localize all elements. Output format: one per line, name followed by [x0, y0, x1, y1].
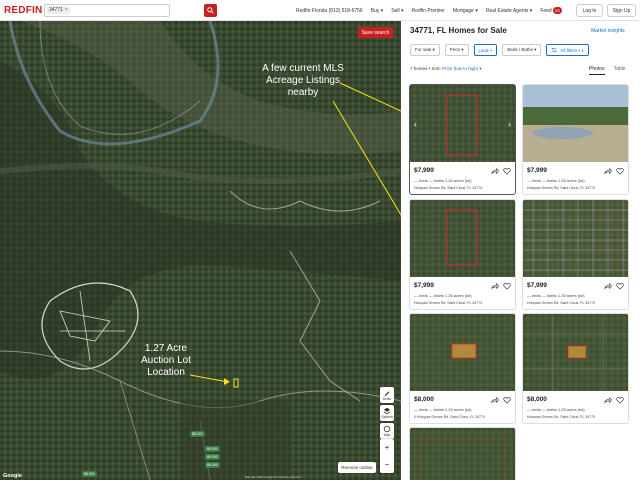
listing-address[interactable]: Holopaw Groves Rd, Saint Cloud, FL 34773 — [527, 186, 595, 190]
auction-lot-marker[interactable] — [233, 378, 239, 388]
listing-card[interactable]: $7,999 — beds — baths 1.26 acres (lot) H… — [409, 199, 516, 310]
listing-facts: — beds — baths 1.26 acres (lot) — [527, 293, 585, 298]
listing-photo[interactable] — [523, 200, 628, 277]
listing-card[interactable]: $7,999 — beds — baths 1.26 acres (lot) H… — [522, 199, 629, 310]
arrowhead-3 — [224, 378, 230, 385]
share-icon[interactable] — [604, 396, 612, 404]
listing-photo[interactable] — [410, 200, 515, 277]
chevron-right-icon[interactable]: › — [508, 119, 511, 129]
listing-photo[interactable] — [523, 85, 628, 162]
heart-icon[interactable] — [616, 167, 624, 175]
sort-dropdown[interactable]: Price (low to high) ▾ — [442, 66, 482, 71]
sort-label: Sort: — [431, 66, 441, 71]
share-icon[interactable] — [604, 167, 612, 175]
market-insights-link[interactable]: Market insights — [591, 28, 625, 34]
aerial-photo — [410, 314, 515, 391]
aerial-photo — [410, 428, 515, 480]
tab-table[interactable]: Table — [614, 66, 626, 75]
sliders-icon — [552, 48, 557, 52]
listing-facts: — beds — baths 1.25 acres (lot) — [527, 407, 585, 412]
listing-address[interactable]: Holopaw Groves Rd, Saint Cloud, FL 34773 — [414, 186, 482, 190]
aerial-photo — [523, 314, 628, 391]
card-actions — [604, 396, 624, 404]
listing-price: $8,000 — [414, 396, 434, 403]
filter-all-label: All filters • 1 — [560, 47, 585, 53]
listing-facts: — beds — baths 1.26 acres (lot) — [527, 178, 585, 183]
listing-address[interactable]: Holopaw Groves Rd, Saint Cloud, FL 34773 — [414, 301, 482, 305]
card-actions — [491, 282, 511, 290]
listing-card[interactable]: $7,999 — beds — baths 1.26 acres (lot) H… — [522, 84, 629, 195]
filter-all[interactable]: All filters • 1 — [546, 44, 590, 56]
view-tabs: Photos Table — [589, 66, 626, 75]
listing-facts: — beds — baths 1.29 acres (lot) — [414, 407, 472, 412]
listing-photo[interactable] — [410, 428, 515, 480]
card-actions — [604, 282, 624, 290]
card-actions — [491, 396, 511, 404]
listing-photo[interactable] — [523, 314, 628, 391]
arrow-to-lot — [189, 374, 229, 383]
ground-photo — [523, 85, 628, 162]
heart-icon[interactable] — [503, 396, 511, 404]
share-icon[interactable] — [491, 282, 499, 290]
results-count-row: 7 homes • Sort: Price (low to high) ▾ — [410, 66, 482, 71]
listing-card[interactable]: $8,000 — beds — baths 1.29 acres (lot) 0… — [409, 313, 516, 424]
listing-address[interactable]: Holopaw Groves Rd, Saint Cloud, FL 34773 — [527, 301, 595, 305]
page-title: 34771, FL Homes for Sale — [410, 26, 507, 35]
share-icon[interactable] — [604, 282, 612, 290]
listing-card[interactable]: ‹ › $7,999 — beds — baths 1.26 acres (lo… — [409, 84, 516, 195]
results-panel: 34771, FL Homes for Sale Market insights… — [401, 21, 640, 480]
share-icon[interactable] — [491, 396, 499, 404]
results-count: 7 homes — [410, 66, 428, 71]
share-icon[interactable] — [491, 167, 499, 175]
listing-price: $7,999 — [527, 282, 547, 289]
listing-price: $7,999 — [527, 167, 547, 174]
filter-for-sale[interactable]: For sale ▾ — [410, 44, 440, 56]
heart-icon[interactable] — [616, 396, 624, 404]
parcel-grid-photo — [523, 200, 628, 277]
card-actions — [604, 167, 624, 175]
card-actions — [491, 167, 511, 175]
listing-facts: — beds — baths 1.26 acres (lot) — [414, 293, 472, 298]
tab-photos[interactable]: Photos — [589, 66, 605, 75]
listing-photo[interactable]: ‹ › — [410, 85, 515, 162]
listing-address[interactable]: Holopaw Groves Rd, Saint Cloud, FL 34773 — [527, 415, 595, 419]
heart-icon[interactable] — [503, 167, 511, 175]
listing-address[interactable]: 0 Holopaw Groves Rd, Saint Cloud, FL 347… — [414, 415, 485, 419]
listing-facts: — beds — baths 1.26 acres (lot) — [414, 178, 472, 183]
filter-beds-baths[interactable]: Beds / Baths ▾ — [502, 44, 542, 56]
aerial-photo — [410, 200, 515, 277]
listing-price: $7,999 — [414, 282, 434, 289]
listing-price: $7,999 — [414, 167, 434, 174]
listing-price: $8,000 — [527, 396, 547, 403]
filter-bar: For sale ▾ Price ▾ Land × Beds / Baths ▾… — [410, 44, 590, 56]
aerial-photo — [410, 85, 515, 162]
chevron-left-icon[interactable]: ‹ — [414, 119, 417, 129]
heart-icon[interactable] — [503, 282, 511, 290]
filter-price[interactable]: Price ▾ — [444, 44, 469, 56]
heart-icon[interactable] — [616, 282, 624, 290]
listing-photo[interactable] — [410, 314, 515, 391]
listing-card[interactable]: $8,000 — beds — baths 1.25 acres (lot) H… — [522, 313, 629, 424]
filter-land[interactable]: Land × — [473, 44, 498, 56]
listing-card[interactable] — [409, 427, 516, 480]
